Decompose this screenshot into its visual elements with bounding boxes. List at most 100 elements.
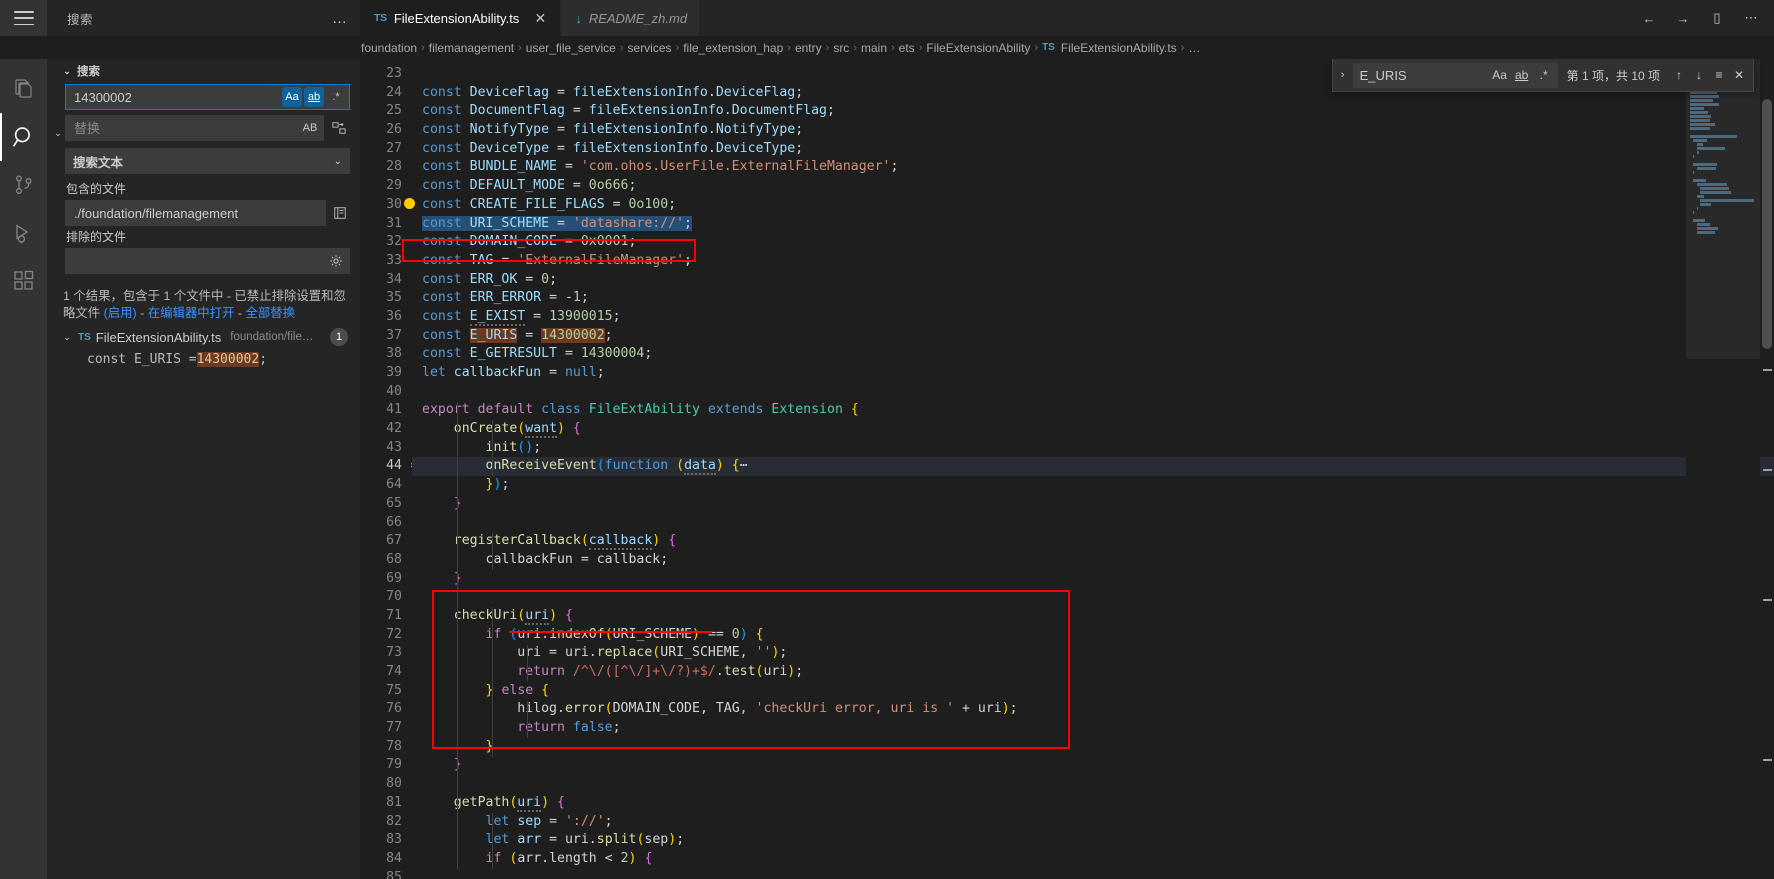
- tab-readme-zh[interactable]: ↓ README_zh.md: [561, 0, 701, 36]
- files-to-exclude-input[interactable]: [66, 253, 326, 269]
- scrollbar-thumb[interactable]: [1762, 99, 1772, 349]
- code-line[interactable]: hilog.error(DOMAIN_CODE, TAG, 'checkUri …: [422, 700, 1774, 719]
- breadcrumb-ellipsis[interactable]: …: [1188, 41, 1200, 55]
- search-section-header[interactable]: ⌄ 搜索: [47, 59, 360, 84]
- find-whole-word-toggle[interactable]: ab: [1512, 65, 1532, 85]
- code-line[interactable]: uri = uri.replace(URI_SCHEME, '');: [422, 644, 1774, 663]
- search-details-toggle[interactable]: 搜索文本 ⌄: [65, 148, 350, 174]
- code-content[interactable]: const DeviceFlag = fileExtensionInfo.Dev…: [412, 59, 1774, 879]
- sidebar-item-source-control[interactable]: [0, 161, 47, 209]
- code-line[interactable]: const DEFAULT_MODE = 0o666;: [422, 177, 1774, 196]
- enable-exclude-link[interactable]: (启用): [104, 306, 137, 320]
- breadcrumb-item[interactable]: FileExtensionAbility: [926, 41, 1030, 55]
- code-line[interactable]: }: [422, 756, 1774, 775]
- code-line[interactable]: return /^\/([^\/]+\/?)+$/.test(uri);: [422, 663, 1774, 682]
- find-regex-toggle[interactable]: .*: [1534, 65, 1554, 85]
- code-line[interactable]: onCreate(want) {: [422, 420, 1774, 439]
- code-line[interactable]: let sep = '://';: [422, 813, 1774, 832]
- code-line[interactable]: if (uri.indexOf(URI_SCHEME) == 0) {: [422, 626, 1774, 645]
- breadcrumb-item[interactable]: ets: [899, 41, 915, 55]
- code-line[interactable]: const NotifyType = fileExtensionInfo.Not…: [422, 121, 1774, 140]
- minimap[interactable]: [1686, 59, 1760, 879]
- code-line[interactable]: export default class FileExtAbility exte…: [422, 401, 1774, 420]
- find-widget[interactable]: › E_URIS Aa ab .* 第 1 项，共 10 项 ↑ ↓ ≡ ✕: [1331, 59, 1754, 92]
- code-line[interactable]: } else {: [422, 682, 1774, 701]
- find-previous-button[interactable]: ↑: [1669, 65, 1689, 85]
- code-line[interactable]: const E_EXIST = 13900015;: [422, 308, 1774, 327]
- search-input-wrap[interactable]: Aa ab .*: [65, 84, 350, 110]
- files-to-exclude-wrap[interactable]: [65, 248, 350, 274]
- code-line[interactable]: });: [422, 476, 1774, 495]
- close-find-button[interactable]: ✕: [1729, 65, 1749, 85]
- code-line[interactable]: [422, 775, 1774, 794]
- sidebar-item-search[interactable]: [0, 113, 47, 161]
- match-whole-word-toggle[interactable]: ab: [304, 87, 324, 107]
- find-in-selection-button[interactable]: ≡: [1709, 65, 1729, 85]
- code-line[interactable]: return false;: [422, 719, 1774, 738]
- code-line[interactable]: }: [422, 570, 1774, 589]
- use-open-editors-button[interactable]: [330, 202, 350, 224]
- sidebar-item-run-debug[interactable]: [0, 209, 47, 257]
- find-match-case-toggle[interactable]: Aa: [1490, 65, 1510, 85]
- code-line[interactable]: const DOMAIN_CODE = 0x0001;: [422, 233, 1774, 252]
- split-editor-button[interactable]: ▯: [1708, 9, 1726, 27]
- find-next-button[interactable]: ↓: [1689, 65, 1709, 85]
- sidebar-item-extensions[interactable]: [0, 257, 47, 305]
- code-line[interactable]: }: [422, 738, 1774, 757]
- code-line[interactable]: const E_URIS = 14300002;: [422, 327, 1774, 346]
- sidebar-more-button[interactable]: …: [332, 11, 348, 26]
- breadcrumb-item[interactable]: file_extension_hap: [683, 41, 783, 55]
- go-forward-button[interactable]: →: [1674, 9, 1692, 27]
- code-line[interactable]: onReceiveEvent(function (data) {⋯: [412, 457, 1774, 477]
- editor-scrollbar[interactable]: [1760, 59, 1774, 879]
- code-line[interactable]: if (arr.length < 2) {: [422, 850, 1774, 869]
- code-line[interactable]: [422, 514, 1774, 533]
- menu-button[interactable]: [0, 0, 47, 36]
- code-line[interactable]: getPath(uri) {: [422, 794, 1774, 813]
- code-line[interactable]: const DocumentFlag = fileExtensionInfo.D…: [422, 102, 1774, 121]
- expand-find-replace-icon[interactable]: ›: [1333, 69, 1353, 81]
- replace-all-button[interactable]: [328, 116, 350, 140]
- sidebar-item-explorer[interactable]: [0, 65, 47, 113]
- code-line[interactable]: registerCallback(callback) {: [422, 532, 1774, 551]
- breadcrumb-item[interactable]: user_file_service: [526, 41, 616, 55]
- code-line[interactable]: callbackFun = callback;: [422, 551, 1774, 570]
- breadcrumb-item[interactable]: filemanagement: [429, 41, 514, 55]
- breadcrumb-item[interactable]: entry: [795, 41, 822, 55]
- breadcrumb-item[interactable]: foundation: [361, 41, 417, 55]
- more-actions-button[interactable]: ⋯: [1742, 9, 1760, 27]
- replace-all-link[interactable]: 全部替换: [245, 306, 295, 320]
- find-input[interactable]: E_URIS Aa ab .*: [1352, 62, 1558, 88]
- use-exclude-settings-toggle[interactable]: [326, 251, 346, 271]
- go-back-button[interactable]: ←: [1640, 9, 1658, 27]
- code-line[interactable]: const URI_SCHEME = 'datashare://';: [422, 215, 1774, 234]
- code-line[interactable]: [422, 383, 1774, 402]
- code-line[interactable]: const ERR_OK = 0;: [422, 271, 1774, 290]
- code-line[interactable]: const E_GETRESULT = 14300004;: [422, 345, 1774, 364]
- code-line[interactable]: let callbackFun = null;: [422, 364, 1774, 383]
- code-line[interactable]: [422, 588, 1774, 607]
- tab-file-extension-ability[interactable]: TS FileExtensionAbility.ts ✕: [360, 0, 562, 36]
- code-line[interactable]: const BUNDLE_NAME = 'com.ohos.UserFile.E…: [422, 158, 1774, 177]
- breadcrumb-item[interactable]: services: [628, 41, 672, 55]
- match-case-toggle[interactable]: Aa: [282, 87, 302, 107]
- code-line[interactable]: [422, 869, 1774, 879]
- files-to-include-wrap[interactable]: [65, 200, 326, 226]
- toggle-replace-button[interactable]: ⌄: [51, 122, 65, 144]
- code-line[interactable]: const CREATE_FILE_FLAGS = 0o100;: [422, 196, 1774, 215]
- breadcrumb-item[interactable]: src: [833, 41, 849, 55]
- use-regex-toggle[interactable]: .*: [326, 87, 346, 107]
- code-line[interactable]: init();: [422, 439, 1774, 458]
- search-input[interactable]: [66, 89, 282, 105]
- breadcrumb-item[interactable]: main: [861, 41, 887, 55]
- code-line[interactable]: }: [422, 495, 1774, 514]
- code-line[interactable]: let arr = uri.split(sep);: [422, 831, 1774, 850]
- files-to-include-input[interactable]: [66, 205, 325, 221]
- breadcrumb-file[interactable]: FileExtensionAbility.ts: [1061, 41, 1177, 55]
- replace-input-wrap[interactable]: AB: [65, 115, 324, 141]
- code-line[interactable]: checkUri(uri) {: [422, 607, 1774, 626]
- preserve-case-toggle[interactable]: AB: [300, 118, 320, 138]
- replace-input[interactable]: [66, 120, 300, 136]
- code-editor[interactable]: 23 24 25 26 27 28 29 30 31 32 33 34 35 36 37 38 39 40 41 42…: [360, 59, 1774, 879]
- result-match-row[interactable]: const E_URIS = 14300002;: [47, 348, 360, 370]
